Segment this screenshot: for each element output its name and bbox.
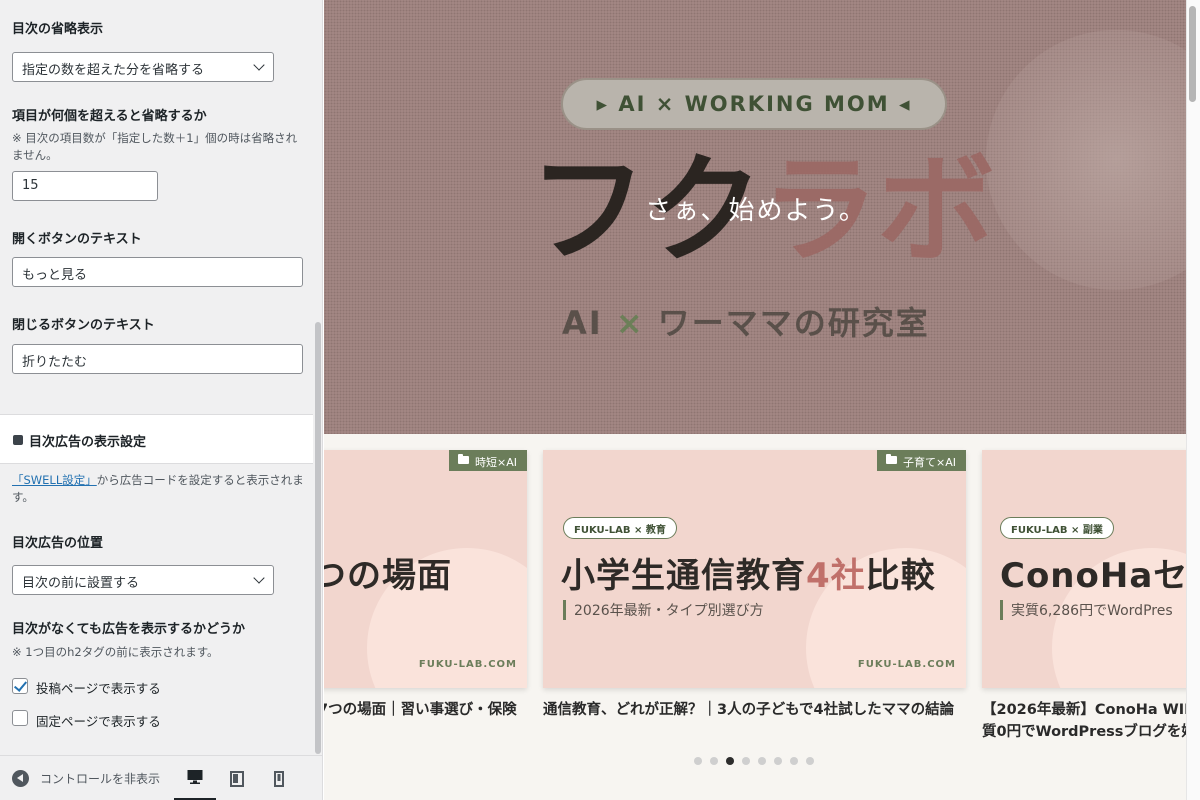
card-title-highlight: 4社 bbox=[806, 556, 866, 596]
hero-tagline: さぁ、始めよう。 bbox=[645, 196, 867, 226]
preview-scrollbar-track[interactable] bbox=[1186, 0, 1200, 800]
category-label: 時短×AI bbox=[475, 456, 517, 469]
mobile-preview-button[interactable] bbox=[258, 756, 300, 800]
post-page-checkbox-label[interactable]: 投稿ページで表示する bbox=[36, 678, 161, 697]
card-chip: FUKU-LAB × 教育 bbox=[563, 517, 677, 539]
chevron-down-icon bbox=[253, 59, 265, 71]
desktop-icon bbox=[187, 770, 203, 784]
folder-icon bbox=[458, 454, 469, 464]
post-card[interactable]: FUKU-LAB × 副業 ConoHaセ 実質6,286円でWordPres bbox=[982, 450, 1200, 688]
panel-scroll-area[interactable]: 目次の省略表示 指定の数を超えた分を省略する 項目が何個を超えると省略するか ※… bbox=[0, 0, 313, 755]
toc-limit-note: ※ 目次の項目数が「指定した数＋1」個の時は省略されません。 bbox=[12, 131, 298, 162]
category-badge[interactable]: 時短×AI bbox=[449, 450, 527, 471]
card-subtitle: 実質6,286円でWordPres bbox=[1000, 600, 1173, 620]
pagination-dot[interactable] bbox=[710, 757, 718, 765]
toc-collapse-value: 指定の数を超えた分を省略する bbox=[22, 63, 205, 78]
card-subtitle: 2026年最新・タイプ別選び方 bbox=[563, 600, 764, 620]
card-title: ConoHaセ bbox=[1000, 556, 1189, 596]
pagination-dot[interactable] bbox=[742, 757, 750, 765]
swell-settings-link[interactable]: 「SWELL設定」 bbox=[12, 473, 97, 487]
hero-subtitle-x: × bbox=[615, 304, 645, 342]
fixed-page-checkbox[interactable] bbox=[12, 710, 28, 726]
post-card[interactable]: 子育て×AI FUKU-LAB × 教育 小学生通信教育4社比較 2026年最新… bbox=[543, 450, 966, 688]
pagination-dot[interactable] bbox=[694, 757, 702, 765]
folder-icon bbox=[886, 454, 897, 464]
square-icon bbox=[13, 435, 23, 445]
card-title-a: 小学生通信教育 bbox=[561, 556, 806, 596]
card-url: FUKU-LAB.COM bbox=[857, 659, 956, 670]
ad-section-note: 「SWELL設定」から広告コードを設定すると表示されます。 bbox=[12, 472, 304, 506]
toc-limit-input[interactable]: 15 bbox=[12, 171, 158, 201]
card-title: つの場面 bbox=[324, 556, 452, 596]
preview-scrollbar-thumb[interactable] bbox=[1189, 6, 1196, 102]
close-text-label: 閉じるボタンのテキスト bbox=[12, 318, 155, 333]
pagination-dot[interactable] bbox=[774, 757, 782, 765]
hero-subtitle-post: ワーママの研究室 bbox=[644, 304, 930, 342]
collapse-arrow-icon[interactable] bbox=[12, 770, 29, 787]
hide-controls-button[interactable]: コントロールを非表示 bbox=[40, 770, 160, 787]
hero-subtitle: AI × ワーママの研究室 bbox=[562, 298, 930, 344]
hero-glow bbox=[986, 30, 1200, 290]
fixed-page-checkbox-label[interactable]: 固定ページで表示する bbox=[36, 711, 161, 730]
customizer-panel: 目次の省略表示 指定の数を超えた分を省略する 項目が何個を超えると省略するか ※… bbox=[0, 0, 323, 800]
tablet-preview-button[interactable] bbox=[216, 756, 258, 800]
ad-position-select[interactable]: 目次の前に設置する bbox=[12, 565, 274, 595]
post-page-checkbox[interactable] bbox=[12, 678, 28, 694]
site-preview: ▸ AI × WORKING MOM ◂ フクラボ さぁ、始めよう。 AI × … bbox=[324, 0, 1200, 800]
ad-section-title: 目次広告の表示設定 bbox=[29, 435, 147, 450]
panel-footer: コントロールを非表示 bbox=[0, 755, 322, 800]
card-caption[interactable]: 7つの場面｜習い事選び・保険 bbox=[324, 699, 517, 721]
card-caption[interactable]: 通信教育、どれが正解？｜3人の子どもで4社試したママの結論 bbox=[543, 699, 954, 721]
panel-scrollbar[interactable] bbox=[315, 322, 321, 754]
post-card[interactable]: 時短×AI つの場面 FUKU-LAB.COM bbox=[324, 450, 527, 688]
ad-without-toc-note: ※ 1つ目のh2タグの前に表示されます。 bbox=[12, 645, 219, 659]
pagination-dot[interactable] bbox=[790, 757, 798, 765]
toc-collapse-select[interactable]: 指定の数を超えた分を省略する bbox=[12, 52, 274, 82]
card-title-b: 比較 bbox=[865, 556, 936, 596]
ad-position-value: 目次の前に設置する bbox=[22, 576, 140, 591]
pagination-dot-active[interactable] bbox=[726, 757, 734, 765]
pagination-dot[interactable] bbox=[806, 757, 814, 765]
card-url: FUKU-LAB.COM bbox=[418, 659, 517, 670]
card-title: 小学生通信教育4社比較 bbox=[561, 548, 936, 597]
card-caption[interactable]: 【2026年最新】ConoHa WING bbox=[982, 699, 1200, 721]
ad-position-label: 目次広告の位置 bbox=[12, 536, 104, 551]
toc-collapse-label: 目次の省略表示 bbox=[12, 22, 104, 37]
hero-subtitle-pre: AI bbox=[562, 304, 616, 342]
ad-section-header: 目次広告の表示設定 bbox=[0, 414, 313, 464]
category-label: 子育て×AI bbox=[903, 456, 956, 469]
card-chip: FUKU-LAB × 副業 bbox=[1000, 517, 1114, 539]
category-badge[interactable]: 子育て×AI bbox=[877, 450, 966, 471]
tablet-icon bbox=[230, 770, 244, 787]
ad-without-toc-label: 目次がなくても広告を表示するかどうか bbox=[12, 622, 245, 637]
open-text-input[interactable]: もっと見る bbox=[12, 257, 303, 287]
chevron-down-icon bbox=[253, 572, 265, 584]
mobile-icon bbox=[274, 770, 284, 787]
desktop-preview-button[interactable] bbox=[174, 756, 216, 800]
hero-banner: ▸ AI × WORKING MOM ◂ フクラボ さぁ、始めよう。 AI × … bbox=[324, 0, 1200, 434]
pagination-dot[interactable] bbox=[758, 757, 766, 765]
hero-pill: ▸ AI × WORKING MOM ◂ bbox=[561, 78, 947, 130]
toc-limit-label: 項目が何個を超えると省略するか bbox=[12, 109, 207, 124]
close-text-input[interactable]: 折りたたむ bbox=[12, 344, 303, 374]
card-caption-line2[interactable]: 質0円でWordPressブログを始 bbox=[982, 721, 1196, 743]
open-text-label: 開くボタンのテキスト bbox=[12, 232, 142, 247]
